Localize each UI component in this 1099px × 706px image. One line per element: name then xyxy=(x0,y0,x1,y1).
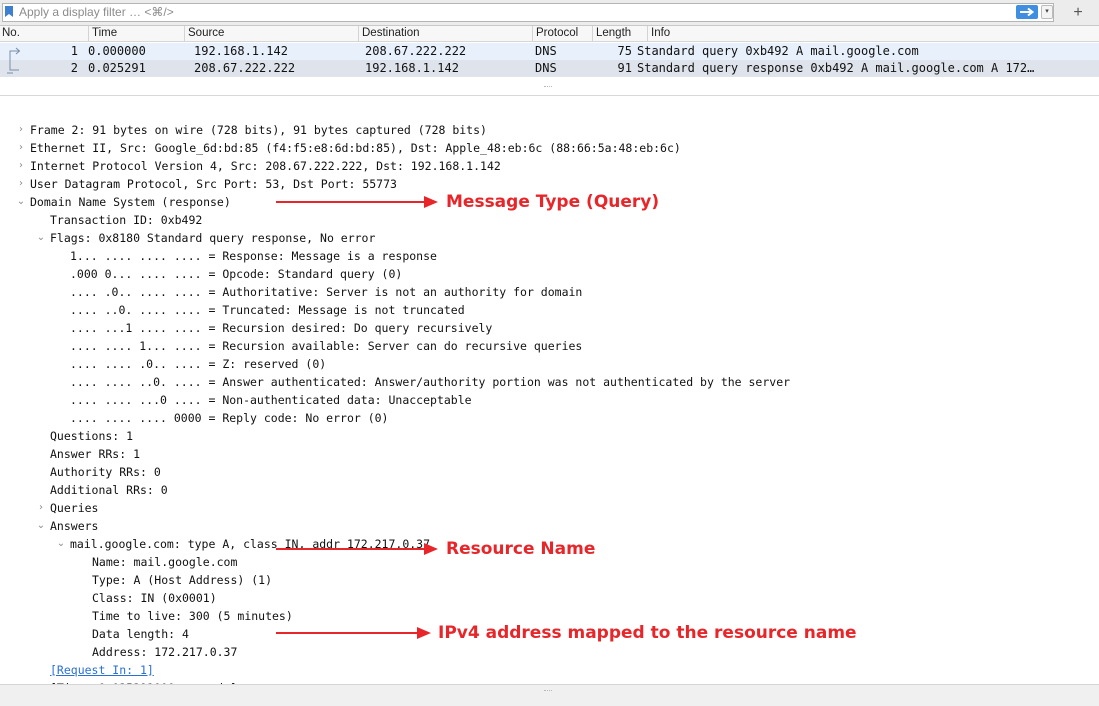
add-filter-button[interactable]: + xyxy=(1063,2,1093,24)
packet-list-header: No. Time Source Destination Protocol Len… xyxy=(0,26,1099,42)
tree-item-label: Flags: 0x8180 Standard query response, N… xyxy=(50,231,376,245)
chevron-right-icon[interactable]: › xyxy=(35,499,47,517)
flag-line[interactable]: .... .0.. .... .... = Authoritative: Ser… xyxy=(70,283,582,301)
packet-protocol: DNS xyxy=(535,44,557,58)
answer-field-type[interactable]: Type: A (Host Address) (1) xyxy=(92,571,272,589)
flag-line[interactable]: .... .... 1... .... = Recursion availabl… xyxy=(70,337,582,355)
tree-item-ip[interactable]: › Internet Protocol Version 4, Src: 208.… xyxy=(19,157,501,175)
apply-filter-button[interactable] xyxy=(1016,5,1038,19)
packet-source: 192.168.1.142 xyxy=(194,44,288,58)
tree-item-authority-rrs[interactable]: Authority RRs: 0 xyxy=(50,463,161,481)
tree-item-udp[interactable]: › User Datagram Protocol, Src Port: 53, … xyxy=(19,175,397,193)
flag-line[interactable]: .... .... .0.. .... = Z: reserved (0) xyxy=(70,355,326,373)
pane-splitter[interactable] xyxy=(544,86,552,89)
tree-item-ethernet[interactable]: › Ethernet II, Src: Google_6d:bd:85 (f4:… xyxy=(19,139,681,157)
chevron-right-icon[interactable]: › xyxy=(15,157,27,175)
filter-dropdown-button[interactable]: ▾ xyxy=(1041,5,1053,19)
tree-item-label: User Datagram Protocol, Src Port: 53, Ds… xyxy=(30,177,397,191)
flag-line[interactable]: .... ..0. .... .... = Truncated: Message… xyxy=(70,301,465,319)
tree-item-label: Domain Name System (response) xyxy=(30,195,231,209)
tree-item-dns[interactable]: ⌄ Domain Name System (response) xyxy=(17,193,231,211)
chevron-down-icon[interactable]: ⌄ xyxy=(15,193,27,211)
tree-item-label: Internet Protocol Version 4, Src: 208.67… xyxy=(30,159,501,173)
flag-line[interactable]: .... .... ...0 .... = Non-authenticated … xyxy=(70,391,472,409)
packet-destination: 208.67.222.222 xyxy=(365,44,467,58)
column-header-protocol[interactable]: Protocol xyxy=(532,26,592,41)
annotation-resource-name: Resource Name xyxy=(446,539,596,559)
packet-number: 1 xyxy=(70,44,78,58)
chevron-down-icon[interactable]: ⌄ xyxy=(55,535,67,553)
column-header-source[interactable]: Source xyxy=(184,26,358,41)
packet-row[interactable]: 1 0.000000 192.168.1.142 208.67.222.222 … xyxy=(0,43,1099,60)
chevron-right-icon[interactable]: › xyxy=(15,121,27,139)
request-in-link[interactable]: [Request In: 1] xyxy=(50,661,154,679)
tree-item-additional-rrs[interactable]: Additional RRs: 0 xyxy=(50,481,168,499)
packet-time: 0.025291 xyxy=(88,61,146,75)
column-header-length[interactable]: Length xyxy=(592,26,647,41)
column-header-info[interactable]: Info xyxy=(647,26,1099,41)
display-filter-toolbar: Apply a display filter … <⌘/> ▾ + xyxy=(0,0,1099,26)
answer-field-data-length[interactable]: Data length: 4 xyxy=(92,625,189,643)
annotation-ipv4-address: IPv4 address mapped to the resource name xyxy=(438,623,857,643)
tree-item-answer-rrs[interactable]: Answer RRs: 1 xyxy=(50,445,140,463)
packet-protocol: DNS xyxy=(535,61,557,75)
annotation-message-type: Message Type (Query) xyxy=(446,192,660,212)
display-filter-input[interactable]: Apply a display filter … <⌘/> xyxy=(2,3,1054,22)
chevron-right-icon[interactable]: › xyxy=(15,175,27,193)
tree-item-label: Answers xyxy=(50,519,99,533)
tree-item-flags[interactable]: ⌄ Flags: 0x8180 Standard query response,… xyxy=(37,229,376,247)
packet-length: 75 xyxy=(617,44,632,58)
packet-details-pane: › Frame 2: 91 bytes on wire (728 bits), … xyxy=(0,97,1099,695)
flag-line[interactable]: .000 0... .... .... = Opcode: Standard q… xyxy=(70,265,402,283)
tree-item-transaction-id[interactable]: Transaction ID: 0xb492 xyxy=(50,211,202,229)
tree-item-label: mail.google.com: type A, class IN, addr … xyxy=(70,537,431,551)
tree-item-questions[interactable]: Questions: 1 xyxy=(50,427,133,445)
pane-splitter[interactable] xyxy=(544,690,552,693)
tree-item-frame[interactable]: › Frame 2: 91 bytes on wire (728 bits), … xyxy=(19,121,487,139)
flag-line[interactable]: .... .... ..0. .... = Answer authenticat… xyxy=(70,373,790,391)
packet-info: Standard query response 0xb492 A mail.go… xyxy=(637,61,1035,75)
bytes-pane-edge xyxy=(0,684,1099,706)
chevron-right-icon[interactable]: › xyxy=(15,139,27,157)
answer-field-address[interactable]: Address: 172.217.0.37 xyxy=(92,643,237,661)
packet-info: Standard query 0xb492 A mail.google.com xyxy=(637,44,919,58)
tree-item-label: Frame 2: 91 bytes on wire (728 bits), 91… xyxy=(30,123,487,137)
tree-item-queries[interactable]: › Queries xyxy=(39,499,99,517)
chevron-down-icon[interactable]: ⌄ xyxy=(35,229,47,247)
answer-field-class[interactable]: Class: IN (0x0001) xyxy=(92,589,217,607)
response-arrow-icon xyxy=(7,60,19,74)
tree-item-answer-entry[interactable]: ⌄ mail.google.com: type A, class IN, add… xyxy=(57,535,431,553)
packet-row-selected[interactable]: 2 0.025291 208.67.222.222 192.168.1.142 … xyxy=(0,60,1099,77)
column-header-destination[interactable]: Destination xyxy=(358,26,532,41)
packet-destination: 192.168.1.142 xyxy=(365,61,459,75)
packet-source: 208.67.222.222 xyxy=(194,61,296,75)
flag-line[interactable]: .... .... .... 0000 = Reply code: No err… xyxy=(70,409,389,427)
answer-field-ttl[interactable]: Time to live: 300 (5 minutes) xyxy=(92,607,293,625)
tree-item-label: Queries xyxy=(50,501,99,515)
packet-length: 91 xyxy=(617,61,632,75)
request-arrow-icon xyxy=(9,47,21,60)
column-header-no[interactable]: No. xyxy=(0,26,70,41)
answer-field-name[interactable]: Name: mail.google.com xyxy=(92,553,237,571)
flag-line[interactable]: 1... .... .... .... = Response: Message … xyxy=(70,247,437,265)
flag-line[interactable]: .... ...1 .... .... = Recursion desired:… xyxy=(70,319,492,337)
tree-item-label: Ethernet II, Src: Google_6d:bd:85 (f4:f5… xyxy=(30,141,681,155)
packet-time: 0.000000 xyxy=(88,44,146,58)
bookmark-icon[interactable] xyxy=(5,6,13,17)
arrow-right-icon xyxy=(1020,7,1035,17)
tree-item-answers[interactable]: ⌄ Answers xyxy=(37,517,99,535)
packet-number: 2 xyxy=(70,61,78,75)
chevron-down-icon[interactable]: ⌄ xyxy=(35,517,47,535)
column-header-time[interactable]: Time xyxy=(88,26,184,41)
